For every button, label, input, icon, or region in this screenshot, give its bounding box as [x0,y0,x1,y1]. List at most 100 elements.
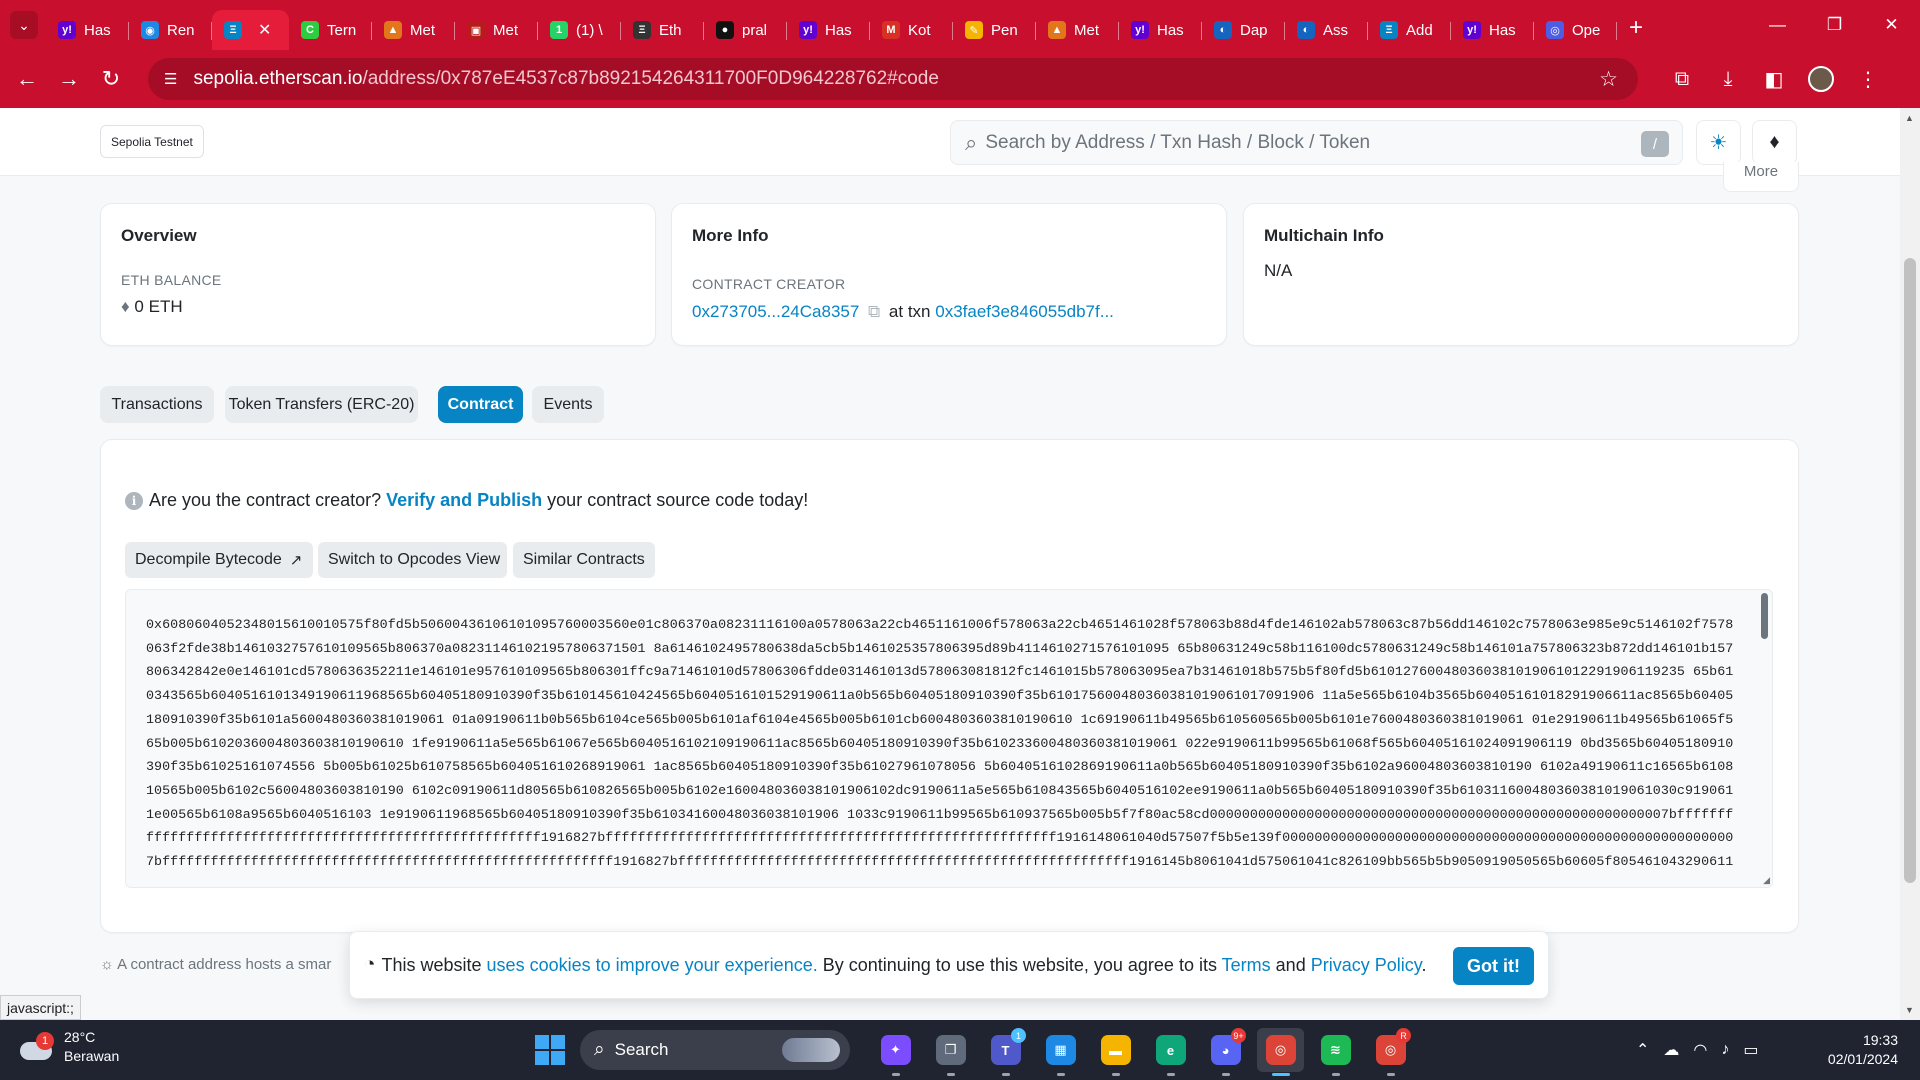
restore-button[interactable]: ❐ [1806,15,1863,35]
start-button[interactable] [528,1028,572,1072]
taskbar-app-spotify[interactable]: ≋ [1312,1028,1359,1076]
tab-transactions[interactable]: Transactions [100,386,214,423]
taskbar-app-discord[interactable]: ◕ 9+ [1202,1028,1249,1076]
more-dropdown-button[interactable]: More [1723,162,1799,192]
tab-events[interactable]: Events [532,386,604,423]
browser-tab[interactable]: ◐ Ass [1285,10,1368,50]
close-window-button[interactable]: ✕ [1863,15,1920,35]
eth-balance-amount: 0 ETH [134,297,183,316]
address-bar[interactable]: ☰ sepolia.etherscan.io/address/0x787eE45… [148,58,1638,100]
search-input[interactable] [985,131,1606,154]
resize-handle[interactable]: ◢ [1763,875,1770,886]
back-button[interactable]: ← [6,66,48,92]
chevron-up-icon[interactable]: ⌃ [1636,1040,1649,1060]
battery-icon[interactable]: ▭ [1743,1040,1758,1060]
forward-button[interactable]: → [48,66,90,92]
browser-tab[interactable]: ◉ Ren [129,10,212,50]
browser-tab[interactable]: ◎ Ope [1534,10,1617,50]
url-path: /address/0x787eE4537c87b892154264311700F… [362,68,939,89]
notification-badge: 9+ [1231,1028,1246,1043]
browser-tab[interactable]: ● pral [704,10,787,50]
browser-menu-icon[interactable]: ⋮ [1856,67,1880,92]
bytecode-text[interactable]: 0x6080604052348015610010575f80fd5b506004… [146,614,1740,878]
taskbar-app-edge[interactable]: e [1147,1028,1194,1076]
taskbar-app-store[interactable]: ▦ [1037,1028,1084,1076]
tab-contract[interactable]: Contract [438,386,523,423]
decompile-bytecode-button[interactable]: Decompile Bytecode ↗ [125,542,313,578]
browser-tab[interactable]: 1 (1) \ [538,10,621,50]
weather-widget[interactable]: 1 28°C Berawan [18,1028,119,1066]
site-info-icon[interactable]: ☰ [164,70,177,88]
similar-contracts-button[interactable]: Similar Contracts [513,542,655,578]
taskbar-app-chrome[interactable]: ◎ [1257,1028,1304,1076]
extensions-icon[interactable]: ⧉ [1670,68,1694,91]
page-scroll-thumb[interactable] [1904,258,1916,883]
tab-title: Kot [908,21,931,39]
multichain-info-value: N/A [1264,261,1293,280]
wifi-icon[interactable]: ◠ [1693,1040,1707,1060]
minimize-button[interactable]: — [1749,15,1806,35]
download-icon[interactable]: ⤓ [1716,68,1740,91]
privacy-policy-link[interactable]: Privacy Policy [1311,955,1422,975]
taskbar-app-teams[interactable]: T1 [982,1028,1029,1076]
browser-tab[interactable]: Ξ ✕ [212,10,289,50]
page-scrollbar[interactable]: ▲ ▼ [1900,108,1920,1020]
browser-tab[interactable]: ▲ Met [372,10,455,50]
switch-opcodes-button[interactable]: Switch to Opcodes View [318,542,507,578]
cookie-prefix: This website [381,954,482,975]
browser-tab[interactable]: ▣ Met [455,10,538,50]
tab-token-transfers[interactable]: Token Transfers (ERC-20) [225,386,418,423]
browser-tab[interactable]: M Kot [870,10,953,50]
bookmark-star-icon[interactable]: ☆ [1599,67,1618,92]
network-switch-button[interactable]: ♦ [1752,120,1797,165]
browser-tab[interactable]: Ξ Add [1368,10,1451,50]
browser-tab[interactable]: ▲ Met [1036,10,1119,50]
creator-address-link[interactable]: 0x273705...24Ca8357 [692,302,859,321]
onedrive-icon[interactable]: ☁ [1663,1040,1679,1060]
copy-icon[interactable]: ⧉ [868,302,880,321]
browser-tab[interactable]: y! Has [787,10,870,50]
cookie-text: This website uses cookies to improve you… [381,955,1426,976]
weather-text: 28°C Berawan [64,1028,119,1066]
search-box[interactable]: ⌕ / [950,120,1683,165]
browser-tab[interactable]: y! Has [1451,10,1534,50]
cookie-accept-button[interactable]: Got it! [1453,947,1534,985]
theme-toggle-button[interactable]: ☀ [1696,120,1741,165]
scroll-up-arrow[interactable]: ▲ [1905,113,1914,123]
taskbar-search-label: Search [614,1040,669,1059]
system-tray: ⌃ ☁ ◠ ♪ ▭ [1636,1020,1759,1080]
taskbar-app-explorer[interactable]: ▬ [1092,1028,1139,1076]
clock[interactable]: 19:33 02/01/2024 [1814,1031,1898,1069]
windows-taskbar: 1 28°C Berawan ⌕ Search ✦ ❐ T 1 ▦ ▬ e ◕ 9+ ◎ ≋ ◎ R ⌃… [0,1020,1920,1080]
overview-card: Overview ETH BALANCE ♦ 0 ETH [100,203,656,346]
browser-tab[interactable]: C Tern [289,10,372,50]
creation-txn-link[interactable]: 0x3faef3e846055db7f... [935,302,1114,321]
side-panel-icon[interactable]: ◧ [1762,67,1786,92]
browser-tab[interactable]: y! Has [1119,10,1202,50]
close-tab-icon[interactable]: ✕ [258,20,271,40]
bytecode-scrollbar[interactable] [1761,593,1768,639]
taskbar-app-chrome-2[interactable]: ◎ R [1367,1028,1414,1076]
terms-link[interactable]: Terms [1222,955,1271,975]
cookie-middle: By continuing to use this website, you a… [822,954,1217,975]
volume-icon[interactable]: ♪ [1721,1041,1729,1059]
browser-tab[interactable]: ✎ Pen [953,10,1036,50]
more-info-title: More Info [692,226,769,245]
verify-and-publish-link[interactable]: Verify and Publish [386,490,542,511]
tab-title: Ren [167,21,195,39]
taskbar-app-copilot[interactable]: ✦ [872,1028,919,1076]
network-badge[interactable]: Sepolia Testnet [100,125,204,158]
browser-tab[interactable]: y! Has [46,10,129,50]
taskbar-app-taskview[interactable]: ❐ [927,1028,974,1076]
browser-tab[interactable]: Ξ Eth [621,10,704,50]
browser-tab[interactable]: ◐ Dap [1202,10,1285,50]
tab-search-button[interactable]: ⌄ [10,11,38,39]
bytecode-textarea[interactable]: 0x6080604052348015610010575f80fd5b506004… [125,589,1773,888]
taskbar-search[interactable]: ⌕ Search [580,1030,850,1070]
profile-avatar[interactable] [1808,66,1834,92]
cookie-policy-link[interactable]: uses cookies to improve your experience. [487,955,818,975]
reload-button[interactable]: ↻ [90,66,132,92]
scroll-down-arrow[interactable]: ▼ [1905,1005,1914,1015]
new-tab-button[interactable]: + [1629,14,1643,42]
url-text[interactable]: sepolia.etherscan.io/address/0x787eE4537… [193,68,939,90]
